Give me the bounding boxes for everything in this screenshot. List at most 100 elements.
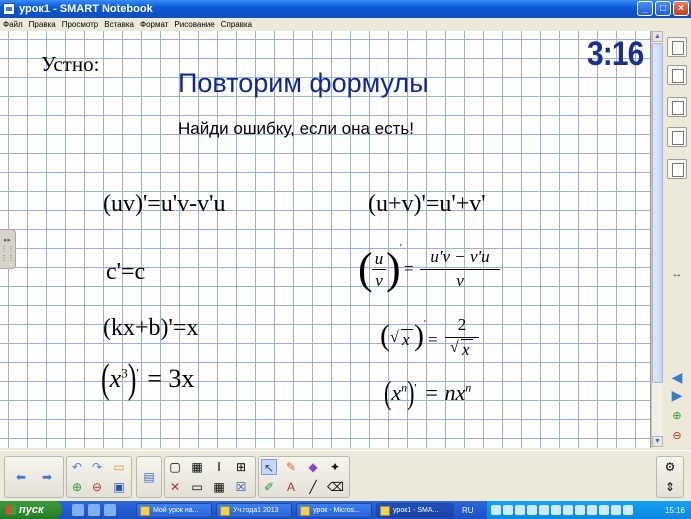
taskbar-button-smart-notebook[interactable]: урок1 - SMA... <box>376 503 454 518</box>
formula-power-right: (xn)' = nxn <box>384 373 472 412</box>
tray-icon[interactable] <box>539 505 549 515</box>
insert-group: ▢ ▦ Ⅰ ⊞ ✕ ▭ ▦ ☒ <box>164 456 256 498</box>
countdown-timer: 3:16 <box>587 35 644 73</box>
undo-icon[interactable]: ↶ <box>69 459 85 475</box>
quotient-rhs-num: u'v − v'u <box>430 247 490 266</box>
menu-edit[interactable]: Правка <box>29 20 56 29</box>
page-sorter-tab-icon[interactable] <box>667 37 687 57</box>
redo-icon[interactable]: ↷ <box>89 459 105 475</box>
delete-page-toolbar-icon[interactable]: ⊖ <box>89 479 105 495</box>
magic-pen-icon[interactable]: ✎ <box>283 459 299 475</box>
previous-page-icon[interactable]: ⬅ <box>13 469 29 485</box>
close-view-icon[interactable]: ☒ <box>233 479 249 495</box>
toolbar-move-icon[interactable]: ⇕ <box>662 479 678 495</box>
quicklaunch-desktop-icon[interactable] <box>88 504 100 516</box>
maximize-button[interactable]: □ <box>655 1 671 16</box>
bottom-toolbar: ⬅ ➡ ↶ ↷ ▭ ⊕ ⊖ ▣ ▤ ▢ ▦ Ⅰ ⊞ ✕ ▭ ▦ ☒ ↖ ✎ ◆ <box>0 450 691 501</box>
tray-icon[interactable] <box>527 505 537 515</box>
scroll-thumb[interactable] <box>652 43 663 383</box>
tray-icon[interactable] <box>623 505 633 515</box>
next-page-icon[interactable]: ➡ <box>39 469 55 485</box>
folder-icon <box>140 505 150 516</box>
windows-flag-icon <box>6 505 16 515</box>
tray-icon[interactable] <box>563 505 573 515</box>
pens-icon[interactable]: ✐ <box>261 479 277 495</box>
sqrt-lhs-arg: x <box>402 330 410 349</box>
tray-icon[interactable] <box>611 505 621 515</box>
quicklaunch-app-icon[interactable] <box>72 504 84 516</box>
tray-icon[interactable] <box>551 505 561 515</box>
menu-view[interactable]: Просмотр <box>62 20 99 29</box>
gallery-tab-icon[interactable] <box>667 65 687 85</box>
gear-icon[interactable]: ⚙ <box>662 459 678 475</box>
smart-notebook-icon <box>380 505 390 516</box>
scroll-down-arrow[interactable]: ▼ <box>652 436 663 447</box>
taskbar-button-word[interactable]: урок - Micros... <box>296 503 372 518</box>
slide-heading: Повторим формулы <box>178 68 429 98</box>
quotient-lhs-num: u <box>374 249 384 268</box>
save-icon[interactable]: ▣ <box>111 479 127 495</box>
tray-icon[interactable] <box>491 505 501 515</box>
oral-label: Устно: <box>41 52 100 76</box>
delete-page-icon[interactable]: ⊖ <box>663 429 691 442</box>
scroll-up-arrow[interactable]: ▲ <box>652 31 663 42</box>
next-page-arrow-icon[interactable]: ▶ <box>663 387 691 404</box>
taskbar-button-school-year[interactable]: Уч.года1 2013 <box>216 503 292 518</box>
attachments-tab-icon[interactable] <box>667 97 687 117</box>
table-insert-icon[interactable]: ⊞ <box>233 459 249 475</box>
add-page-icon[interactable]: ⊕ <box>663 409 691 422</box>
quicklaunch-browser-icon[interactable] <box>104 504 116 516</box>
tray-icon[interactable] <box>503 505 513 515</box>
notebook-page[interactable]: 3:16 Устно: Повторим формулы Найди ошибк… <box>0 31 651 448</box>
sqrt-rhs-num: 2 <box>457 315 467 334</box>
close-button[interactable]: × <box>673 1 689 16</box>
power-left-base: x <box>109 364 122 393</box>
line-tool-icon[interactable]: ╱ <box>305 479 321 495</box>
slide-subtitle: Найди ошибку, если она есть! <box>178 119 414 138</box>
previous-page-arrow-icon[interactable]: ◀ <box>663 369 691 386</box>
power-right-base: x <box>391 380 402 405</box>
tray-icon[interactable] <box>575 505 585 515</box>
resize-arrows-icon[interactable]: ↔ <box>663 268 691 280</box>
drawing-tools-group: ↖ ✎ ◆ ✦ ✐ A ╱ ⌫ <box>258 456 350 498</box>
properties-tab-icon[interactable] <box>667 127 687 147</box>
taskbar-button-lesson-folder[interactable]: Мой урок на... <box>136 503 212 518</box>
eraser-icon[interactable]: ◆ <box>305 459 321 475</box>
tray-icon[interactable] <box>515 505 525 515</box>
screen: урок1 - SMART Notebook _ □ × Файл Правка… <box>0 0 691 519</box>
screen-shade-icon[interactable]: ▭ <box>189 479 205 495</box>
text-tool-icon[interactable]: Ⅰ <box>211 459 227 475</box>
select-arrow-icon[interactable]: ↖ <box>261 459 277 475</box>
vertical-scrollbar[interactable]: ▲ ▼ <box>651 31 663 448</box>
menu-insert[interactable]: Вставка <box>104 20 134 29</box>
fill-icon[interactable]: ✦ <box>327 459 343 475</box>
folder-icon <box>220 505 230 516</box>
text-color-icon[interactable]: A <box>283 479 299 495</box>
menu-bar: Файл Правка Просмотр Вставка Формат Рисо… <box>0 18 691 31</box>
tray-icon[interactable] <box>599 505 609 515</box>
clock[interactable]: 15:16 <box>665 506 685 515</box>
tray-icon[interactable] <box>587 505 597 515</box>
menu-draw[interactable]: Рисование <box>174 20 214 29</box>
open-folder-icon[interactable]: ▭ <box>111 459 127 475</box>
menu-format[interactable]: Формат <box>140 20 168 29</box>
menu-help[interactable]: Справка <box>221 20 252 29</box>
minimize-button[interactable]: _ <box>637 1 653 16</box>
screen-capture-icon[interactable]: ▢ <box>167 459 183 475</box>
quotient-lhs-den: v <box>375 271 383 290</box>
display-group: ▤ <box>136 456 162 498</box>
screen-display-icon[interactable]: ▤ <box>141 469 157 485</box>
capture-area-icon[interactable]: ▦ <box>189 459 205 475</box>
power-right-rhs: = nx <box>424 380 466 405</box>
menu-file[interactable]: Файл <box>3 20 23 29</box>
addons-tab-icon[interactable] <box>667 159 687 179</box>
eraser-tool-icon[interactable]: ⌫ <box>327 479 344 495</box>
start-button[interactable]: пуск <box>0 501 62 519</box>
table-icon[interactable]: ▦ <box>211 479 227 495</box>
page-sorter-handle[interactable]: ▸▸ ⋮⋮ ⋮⋮ <box>0 229 16 269</box>
window-title: урок1 - SMART Notebook <box>19 3 153 15</box>
delete-icon[interactable]: ✕ <box>167 479 183 495</box>
language-indicator[interactable]: RU <box>462 506 474 515</box>
system-tray: 15:16 <box>486 501 691 519</box>
add-page-toolbar-icon[interactable]: ⊕ <box>69 479 85 495</box>
